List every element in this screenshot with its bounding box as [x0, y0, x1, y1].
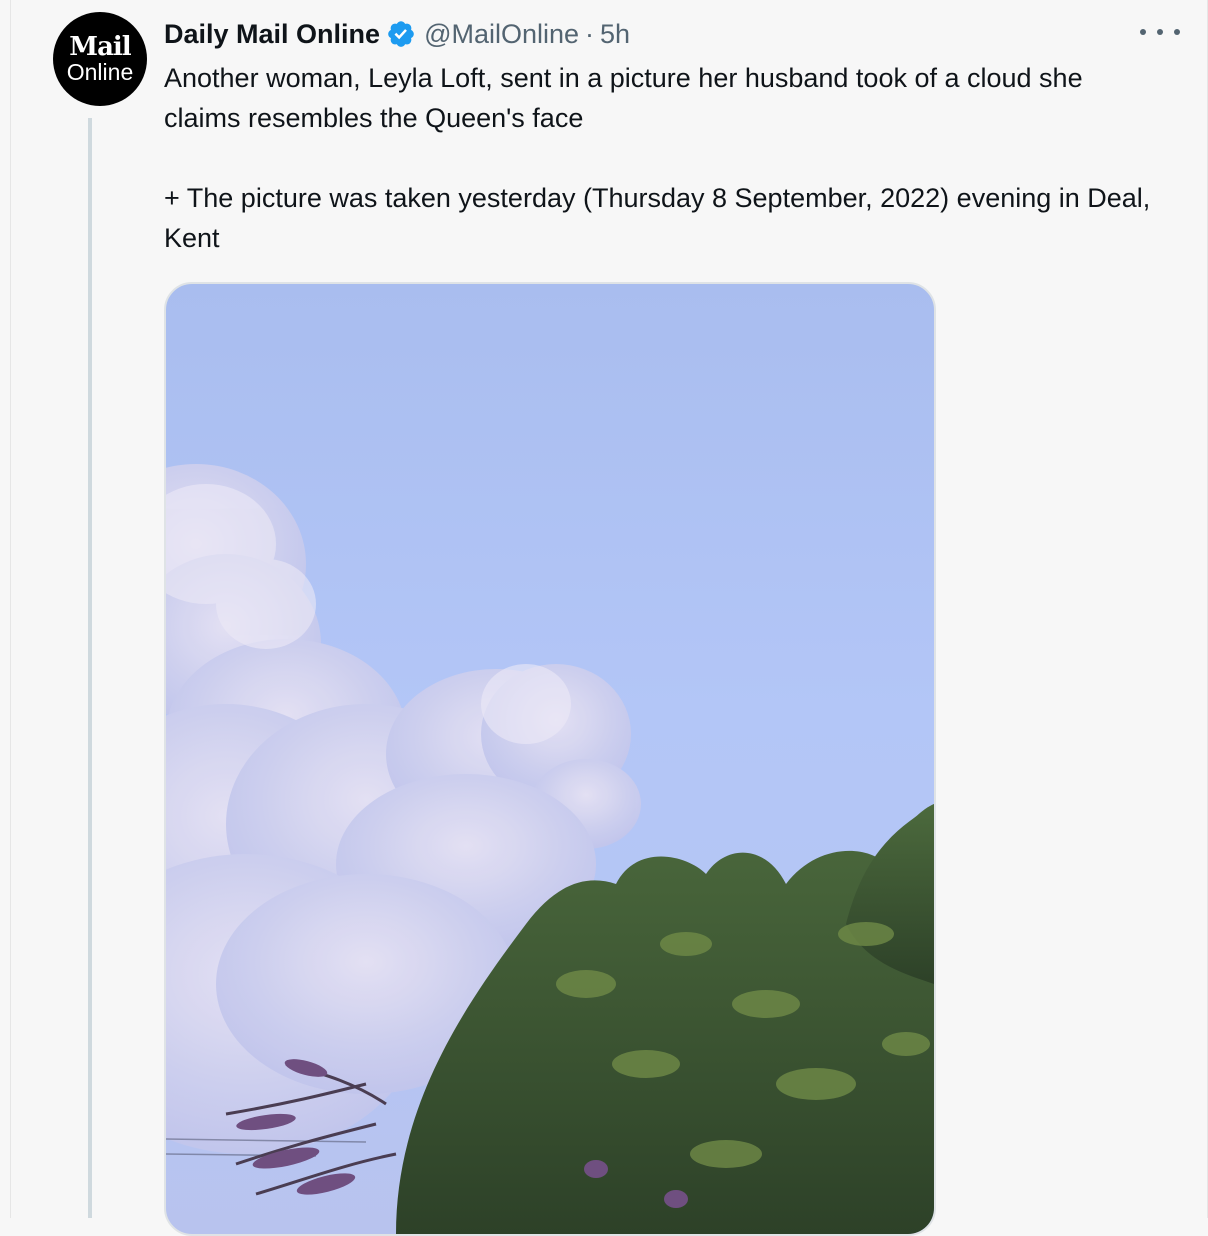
timestamp[interactable]: 5h — [600, 19, 630, 50]
more-horizontal-icon[interactable] — [1138, 20, 1182, 44]
avatar-logo-line2: Online — [66, 59, 134, 85]
author-handle[interactable]: @MailOnline — [424, 19, 579, 50]
tweet-text: Another woman, Leyla Loft, sent in a pic… — [164, 63, 1151, 253]
photo-cloud-sky — [166, 464, 934, 1234]
thread-line — [88, 118, 92, 1218]
tweet-header: Daily Mail Online @MailOnline · 5h — [164, 14, 630, 54]
avatar-logo-line1: Mail — [69, 32, 131, 62]
avatar[interactable]: Mail Online — [53, 12, 147, 106]
tweet-photo[interactable] — [164, 282, 936, 1236]
separator-dot: · — [585, 18, 595, 49]
verified-badge-icon — [388, 21, 414, 47]
author-name[interactable]: Daily Mail Online — [164, 19, 380, 50]
